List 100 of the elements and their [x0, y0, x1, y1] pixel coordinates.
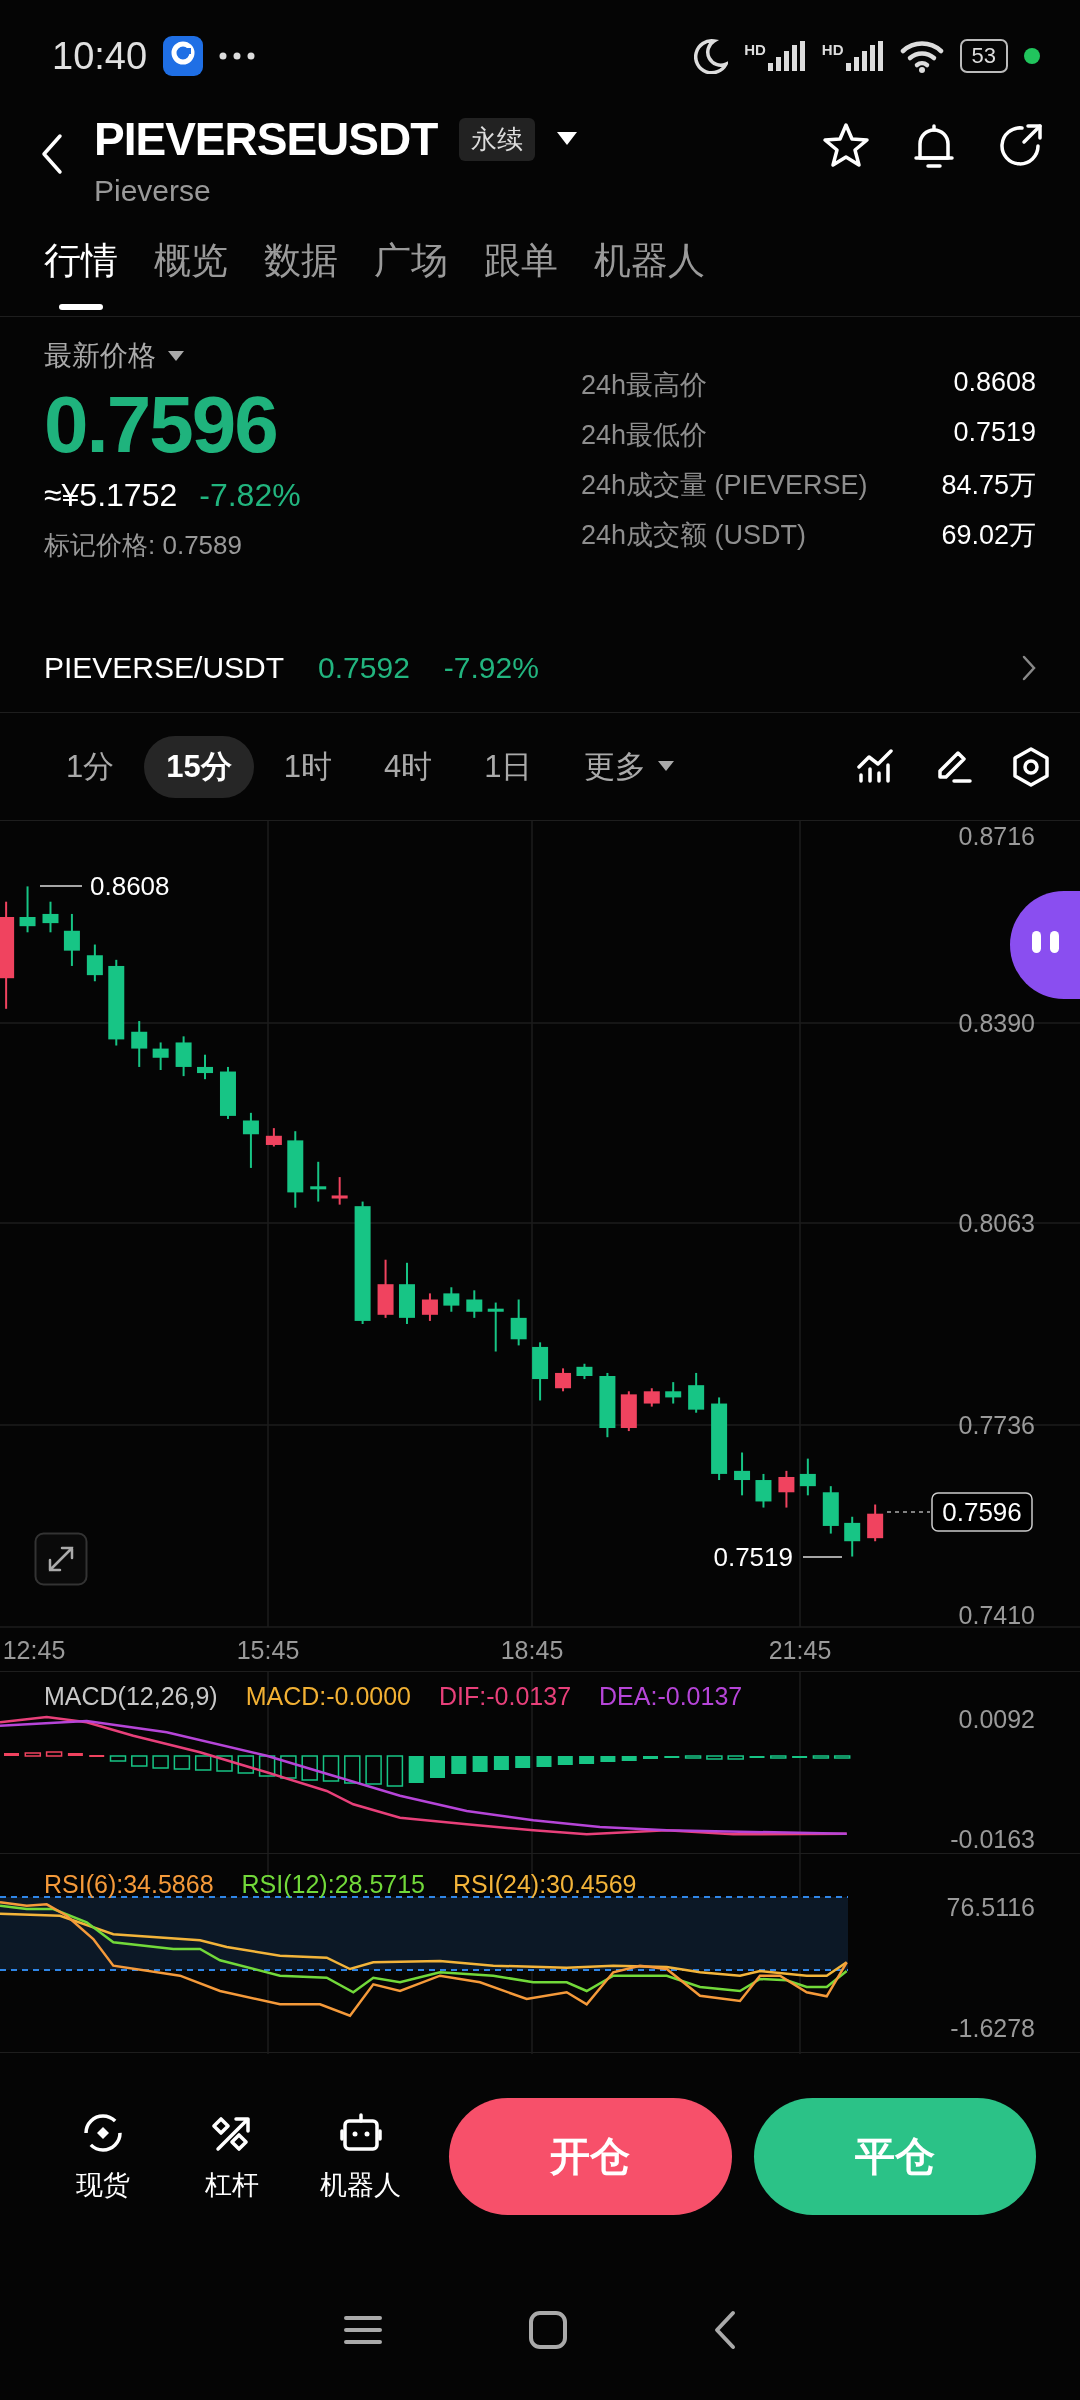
axis-label: 0.7736: [958, 1411, 1035, 1439]
axis-label: -0.0163: [950, 1825, 1035, 1853]
indicator-legend: DIF:-0.0137: [439, 1682, 572, 1711]
indicator-legend: MACD(12,26,9): [44, 1682, 218, 1711]
candle: [510, 1298, 527, 1347]
axis-label: 21:45: [768, 1636, 832, 1664]
caret-icon[interactable]: [557, 132, 578, 146]
pair-price: 0.7592: [318, 650, 410, 685]
candle: [421, 1292, 438, 1322]
axis-label: 0.8063: [958, 1209, 1035, 1237]
leader-line: [886, 1511, 931, 1513]
tab[interactable]: 广场: [374, 218, 448, 310]
indicator-legend: RSI(12):28.5715: [241, 1870, 425, 1899]
candle: [665, 1381, 682, 1405]
indicator-legend: RSI(24):30.4569: [453, 1870, 637, 1899]
interval-tab[interactable]: 15分: [144, 735, 254, 798]
candle: [219, 1065, 236, 1120]
contract-badge: 永续: [459, 117, 536, 161]
price-type-label: 最新价格: [44, 339, 156, 373]
more-icon: [219, 51, 256, 61]
tab[interactable]: 行情: [44, 218, 118, 310]
candle: [688, 1371, 705, 1414]
expand-icon[interactable]: [34, 1532, 88, 1586]
candle: [844, 1515, 861, 1558]
stat-label: 24h最低价: [581, 419, 709, 452]
bell-icon[interactable]: [912, 122, 956, 170]
settings-icon[interactable]: [1012, 746, 1050, 787]
candle: [175, 1035, 192, 1078]
indicator-legend: DEA:-0.0137: [599, 1682, 743, 1711]
tab[interactable]: 数据: [264, 218, 338, 310]
candle: [86, 943, 103, 983]
candle: [131, 1020, 148, 1068]
star-icon[interactable]: [822, 122, 870, 168]
candle: [19, 885, 36, 934]
candle: [242, 1111, 259, 1169]
interval-tab[interactable]: 1时: [261, 735, 354, 798]
indicator-legend: MACD:-0.0000: [245, 1682, 412, 1711]
chevron-right-icon[interactable]: [1022, 654, 1036, 681]
tab[interactable]: 概览: [154, 218, 228, 310]
home-icon[interactable]: [528, 2310, 568, 2350]
stat-label: 24h最高价: [581, 369, 709, 402]
candle: [532, 1341, 549, 1402]
low-price-marker: 0.7519: [713, 1542, 793, 1572]
candle: [63, 912, 80, 967]
axis-label: 76.5116: [946, 1893, 1035, 1921]
floating-assistant-icon[interactable]: [1010, 891, 1080, 999]
axis-label: -1.6278: [950, 2014, 1035, 2042]
network-label: HD: [821, 41, 844, 58]
leader-line: [39, 885, 83, 887]
stat-label: 24h成交量 (PIEVERSE): [581, 469, 869, 502]
battery-indicator: 53: [959, 39, 1008, 73]
back-icon[interactable]: [713, 2310, 738, 2350]
stat-value: 84.75万: [941, 469, 1036, 502]
back-icon[interactable]: [40, 132, 64, 176]
candle: [555, 1367, 572, 1393]
interval-tab[interactable]: 1日: [462, 735, 555, 798]
candle: [620, 1390, 637, 1433]
network-label: HD: [744, 41, 766, 58]
price-change: -7.82%: [199, 477, 301, 514]
candle: [822, 1485, 839, 1535]
candle: [487, 1301, 504, 1353]
candle: [643, 1387, 660, 1408]
signal-icon: [767, 41, 806, 71]
axis-label: 0.8716: [958, 822, 1035, 850]
indicator-icon[interactable]: [856, 746, 894, 783]
interval-tab[interactable]: 1分: [44, 735, 137, 798]
candle: [377, 1258, 394, 1319]
candle: [576, 1362, 593, 1381]
shortcut-button[interactable]: 现货: [40, 2110, 165, 2203]
signal-icon: [845, 41, 884, 71]
menu-icon[interactable]: [342, 2314, 383, 2346]
candle: [310, 1160, 327, 1203]
candle: [42, 900, 59, 934]
candle: [265, 1127, 282, 1148]
axis-label: 0.0092: [958, 1705, 1035, 1733]
app-icon: [163, 36, 204, 76]
candle: [197, 1053, 213, 1081]
share-icon[interactable]: [998, 122, 1044, 168]
tab[interactable]: 跟单: [484, 218, 558, 310]
interval-tab[interactable]: 更多: [562, 735, 697, 798]
caret-icon[interactable]: [168, 350, 184, 362]
candle: [799, 1457, 816, 1497]
candle: [331, 1176, 348, 1206]
candle: [443, 1286, 460, 1313]
shortcut-button[interactable]: 杠杆: [169, 2110, 294, 2203]
shortcut-button[interactable]: 机器人: [298, 2110, 423, 2203]
cny-price: ≈¥5.1752: [44, 477, 178, 514]
candle: [778, 1469, 795, 1509]
last-price: 0.7596: [44, 379, 278, 471]
caret-icon: [658, 761, 675, 772]
interval-tab[interactable]: 4时: [362, 735, 455, 798]
axis-label: 0.7410: [958, 1601, 1035, 1629]
indicator-legend: RSI(6):34.5868: [44, 1870, 214, 1899]
symbol-title: PIEVERSEUSDT: [94, 112, 438, 166]
leader-line: [802, 1556, 843, 1558]
wifi-icon: [899, 39, 944, 73]
last-price-tag: 0.7596: [931, 1492, 1033, 1532]
tab[interactable]: 机器人: [594, 218, 705, 310]
stat-value: 69.02万: [941, 519, 1036, 552]
candle: [599, 1371, 616, 1439]
